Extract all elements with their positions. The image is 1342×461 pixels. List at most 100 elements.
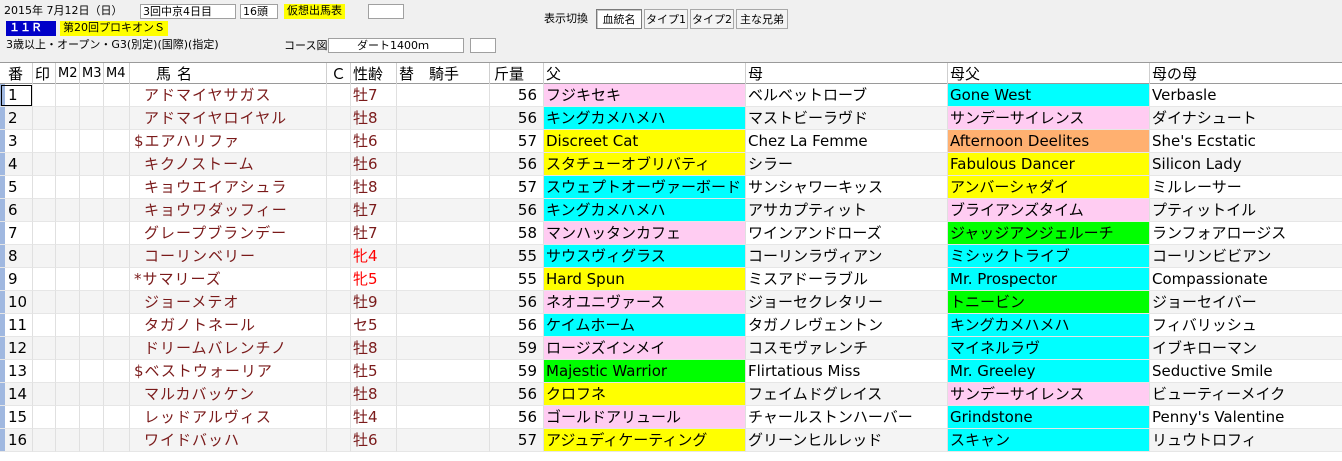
col-header-weight[interactable]: 斤量 <box>490 63 544 85</box>
sex-age[interactable]: 牡6 <box>351 153 397 176</box>
weight[interactable]: 56 <box>490 383 544 406</box>
sex-age[interactable]: セ5 <box>351 314 397 337</box>
sire[interactable]: Majestic Warrior <box>544 360 746 383</box>
weight[interactable]: 57 <box>490 176 544 199</box>
horse-number[interactable]: 4 <box>0 153 33 176</box>
horse-number[interactable]: 12 <box>0 337 33 360</box>
dam[interactable]: タガノレヴェントン <box>746 314 948 337</box>
col-header-number[interactable]: 番 <box>0 63 33 85</box>
horse-name[interactable]: コーリンベリー <box>130 245 327 268</box>
weight[interactable]: 57 <box>490 429 544 452</box>
dam[interactable]: マストビーラヴド <box>746 107 948 130</box>
horse-name[interactable]: ドリームバレンチノ <box>130 337 327 360</box>
sire[interactable]: Discreet Cat <box>544 130 746 153</box>
sex-age[interactable]: 牡6 <box>351 130 397 153</box>
granddam[interactable]: Penny's Valentine <box>1150 406 1342 429</box>
blank-field[interactable] <box>368 4 404 19</box>
dam[interactable]: フェイムドグレイス <box>746 383 948 406</box>
damsire[interactable]: サンデーサイレンス <box>948 383 1150 406</box>
granddam[interactable]: ランフォアロージス <box>1150 222 1342 245</box>
sire[interactable]: フジキセキ <box>544 84 746 107</box>
horse-name[interactable]: ワイドバッハ <box>130 429 327 452</box>
horse-name[interactable]: マルカバッケン <box>130 383 327 406</box>
horse-name[interactable]: キョウワダッフィー <box>130 199 327 222</box>
dam[interactable]: Chez La Femme <box>746 130 948 153</box>
granddam[interactable]: プティットイル <box>1150 199 1342 222</box>
granddam[interactable]: Seductive Smile <box>1150 360 1342 383</box>
granddam[interactable]: イブキローマン <box>1150 337 1342 360</box>
dam[interactable]: チャールストンハーバー <box>746 406 948 429</box>
weight[interactable]: 59 <box>490 360 544 383</box>
damsire[interactable]: ミシックトライブ <box>948 245 1150 268</box>
damsire[interactable]: ジャッジアンジェルーチ <box>948 222 1150 245</box>
damsire[interactable]: スキャン <box>948 429 1150 452</box>
dam[interactable]: コーリンラヴィアン <box>746 245 948 268</box>
dam[interactable]: アサカプティット <box>746 199 948 222</box>
sex-age[interactable]: 牡7 <box>351 199 397 222</box>
granddam[interactable]: ミルレーサー <box>1150 176 1342 199</box>
granddam[interactable]: ダイナシュート <box>1150 107 1342 130</box>
weight[interactable]: 56 <box>490 406 544 429</box>
table-row[interactable]: 10 ジョーメテオ 牡9 56 ネオユニヴァース ジョーセクレタリー トニービン ジョーセイバ… <box>0 291 1342 314</box>
dam[interactable]: ベルベットローブ <box>746 84 948 107</box>
sire[interactable]: ネオユニヴァース <box>544 291 746 314</box>
table-row[interactable]: 15 レッドアルヴィス 牡4 56 ゴールドアリュール チャールストンハーバー Grinds… <box>0 406 1342 429</box>
horse-number[interactable]: 13 <box>0 360 33 383</box>
granddam[interactable]: コーリンビビアン <box>1150 245 1342 268</box>
granddam[interactable]: Compassionate <box>1150 268 1342 291</box>
sire[interactable]: マンハッタンカフェ <box>544 222 746 245</box>
col-header-granddam[interactable]: 母の母 <box>1150 63 1342 85</box>
siblings-button[interactable]: 主な兄弟 <box>736 9 788 29</box>
col-header-mark[interactable]: 印 <box>33 63 56 85</box>
dam[interactable]: ミスアドーラブル <box>746 268 948 291</box>
col-header-jockey[interactable]: 騎手 <box>419 63 490 85</box>
horse-number[interactable]: 16 <box>0 429 33 452</box>
horse-name[interactable]: グレープブランデー <box>130 222 327 245</box>
table-row[interactable]: 9 *サマリーズ 牝5 55 Hard Spun ミスアドーラブル Mr. Prospect… <box>0 268 1342 291</box>
horse-number[interactable]: 5 <box>0 176 33 199</box>
sire[interactable]: ゴールドアリュール <box>544 406 746 429</box>
damsire[interactable]: アンバーシャダイ <box>948 176 1150 199</box>
blank-field-2[interactable] <box>470 38 496 53</box>
damsire[interactable]: Fabulous Dancer <box>948 153 1150 176</box>
horse-number[interactable]: 2 <box>0 107 33 130</box>
damsire[interactable]: Mr. Greeley <box>948 360 1150 383</box>
sire[interactable]: スウェプトオーヴァーボード <box>544 176 746 199</box>
col-header-m3[interactable]: M3 <box>80 63 104 85</box>
col-header-m4[interactable]: M4 <box>104 63 130 85</box>
granddam[interactable]: ビューティーメイク <box>1150 383 1342 406</box>
horse-number[interactable]: 6 <box>0 199 33 222</box>
horse-name[interactable]: $ベストウォーリア <box>130 360 327 383</box>
sex-age[interactable]: 牡8 <box>351 337 397 360</box>
weight[interactable]: 56 <box>490 153 544 176</box>
dam[interactable]: コスモヴァレンチ <box>746 337 948 360</box>
horse-name[interactable]: *サマリーズ <box>130 268 327 291</box>
sire[interactable]: キングカメハメハ <box>544 199 746 222</box>
weight[interactable]: 58 <box>490 222 544 245</box>
table-row[interactable]: 11 タガノトネール セ5 56 ケイムホーム タガノレヴェントン キングカメハメハ フィバリ… <box>0 314 1342 337</box>
dam[interactable]: ワインアンドローズ <box>746 222 948 245</box>
damsire[interactable]: Mr. Prospector <box>948 268 1150 291</box>
damsire[interactable]: キングカメハメハ <box>948 314 1150 337</box>
granddam[interactable]: ジョーセイバー <box>1150 291 1342 314</box>
horse-number[interactable]: 10 <box>0 291 33 314</box>
sex-age[interactable]: 牝4 <box>351 245 397 268</box>
granddam[interactable]: フィバリッシュ <box>1150 314 1342 337</box>
col-header-m2[interactable]: M2 <box>56 63 80 85</box>
sex-age[interactable]: 牡4 <box>351 406 397 429</box>
granddam[interactable]: リュウトロフィ <box>1150 429 1342 452</box>
horse-number[interactable]: 9 <box>0 268 33 291</box>
weight[interactable]: 55 <box>490 268 544 291</box>
col-header-sire[interactable]: 父 <box>544 63 746 85</box>
course-map-label[interactable]: コース図 <box>284 39 327 54</box>
sire[interactable]: クロフネ <box>544 383 746 406</box>
horse-number[interactable]: 7 <box>0 222 33 245</box>
sex-age[interactable]: 牡5 <box>351 360 397 383</box>
damsire[interactable]: サンデーサイレンス <box>948 107 1150 130</box>
sire[interactable]: Hard Spun <box>544 268 746 291</box>
sire[interactable]: ロージズインメイ <box>544 337 746 360</box>
sire[interactable]: サウスヴィグラス <box>544 245 746 268</box>
table-row[interactable]: 14 マルカバッケン 牡8 56 クロフネ フェイムドグレイス サンデーサイレンス ビューティ… <box>0 383 1342 406</box>
horse-number[interactable]: 14 <box>0 383 33 406</box>
table-row[interactable]: 7 グレープブランデー 牡7 58 マンハッタンカフェ ワインアンドローズ ジャッジアンジェ… <box>0 222 1342 245</box>
